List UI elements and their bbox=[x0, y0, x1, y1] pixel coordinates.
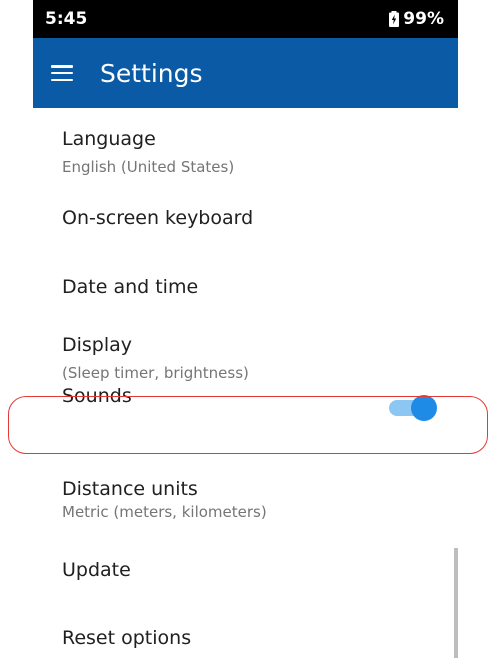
scrollbar[interactable] bbox=[454, 548, 458, 658]
setting-label: Language bbox=[62, 128, 156, 150]
setting-value: English (United States) bbox=[62, 158, 235, 176]
setting-date-and-time[interactable]: Date and time bbox=[62, 276, 458, 298]
setting-label: Date and time bbox=[62, 276, 199, 298]
setting-label: Update bbox=[62, 559, 131, 581]
setting-distance-units[interactable]: Distance units Metric (meters, kilometer… bbox=[62, 478, 458, 521]
battery-indicator: 99% bbox=[389, 9, 444, 29]
setting-value: Metric (meters, kilometers) bbox=[62, 503, 267, 521]
setting-value: (Sleep timer, brightness) bbox=[62, 364, 249, 382]
setting-reset-options[interactable]: Reset options bbox=[62, 627, 458, 649]
setting-label: Reset options bbox=[62, 627, 192, 649]
battery-percent: 99% bbox=[403, 9, 444, 29]
sounds-highlight-outline bbox=[8, 396, 488, 454]
page-title: Settings bbox=[100, 58, 203, 88]
setting-update[interactable]: Update bbox=[62, 559, 458, 581]
status-time: 5:45 bbox=[45, 9, 88, 29]
setting-label: Display bbox=[62, 334, 133, 356]
setting-display[interactable]: Display (Sleep timer, brightness) bbox=[62, 334, 458, 382]
app-bar: Settings bbox=[33, 38, 458, 108]
hamburger-menu-icon[interactable] bbox=[51, 65, 73, 81]
settings-screen: 5:45 99% Settings Language English (Unit… bbox=[33, 0, 458, 658]
setting-on-screen-keyboard[interactable]: On-screen keyboard bbox=[62, 207, 458, 229]
battery-charging-icon bbox=[389, 11, 400, 27]
setting-language[interactable]: Language English (United States) bbox=[62, 128, 458, 176]
setting-label: Distance units bbox=[62, 478, 198, 500]
setting-label: On-screen keyboard bbox=[62, 207, 254, 229]
status-bar: 5:45 99% bbox=[33, 0, 458, 38]
